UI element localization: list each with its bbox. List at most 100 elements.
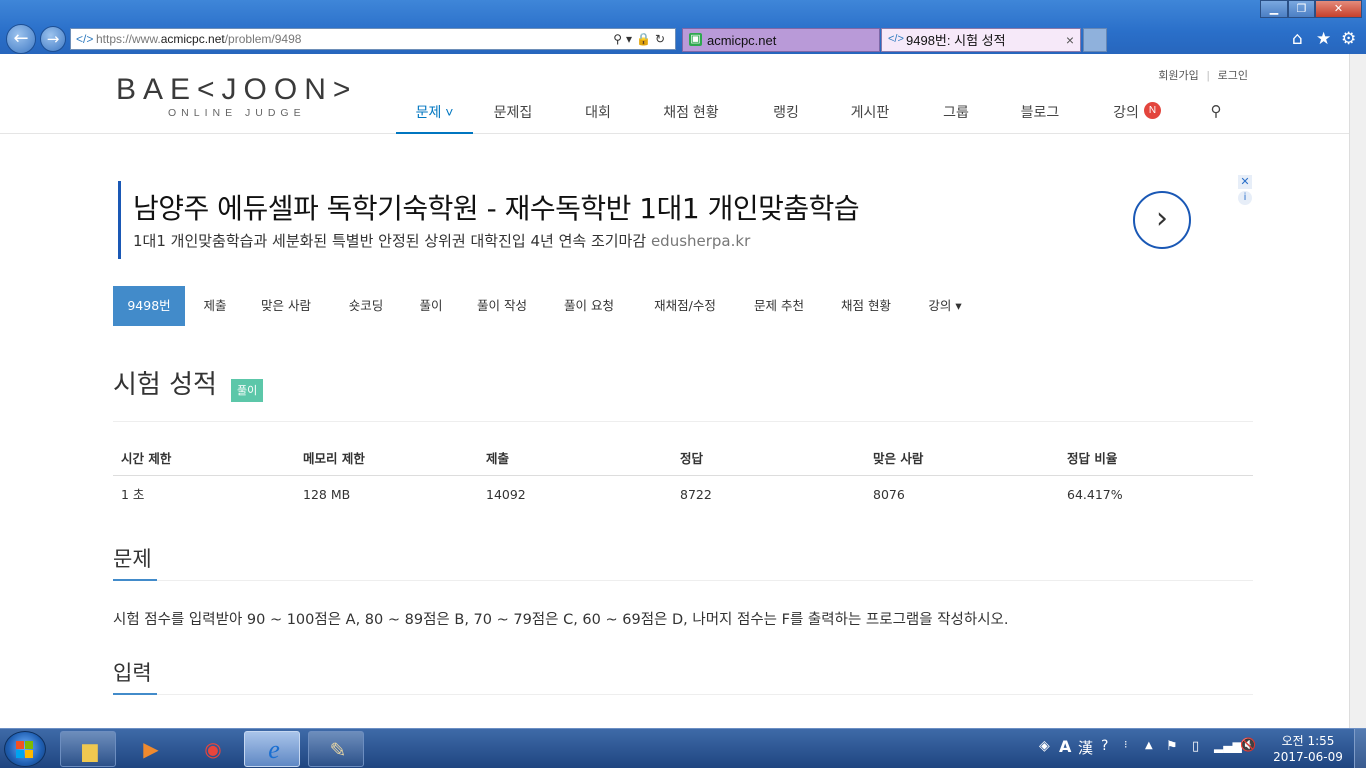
pmenu-short-coding[interactable]: 숏코딩 — [341, 286, 391, 326]
value-submissions: 14092 — [486, 487, 526, 502]
nav-status[interactable]: 채점 현황 — [654, 94, 728, 134]
close-window-button[interactable]: ✕ — [1315, 0, 1362, 18]
taskbar-explorer[interactable]: ▆ — [60, 731, 116, 767]
site-favicon-icon: </> — [76, 32, 94, 46]
address-tools-icons[interactable]: ⚲▾🔒↻ — [613, 29, 669, 49]
favorites-star-icon[interactable]: ★ — [1316, 29, 1331, 49]
ad-arrow-icon[interactable]: › — [1133, 191, 1191, 249]
ad-title[interactable]: 남양주 에듀셀파 독학기숙학원 - 재수독학반 1대1 개인맞춤학습 — [133, 189, 860, 229]
nav-workbook[interactable]: 문제집 — [482, 94, 544, 134]
page-title: 시험 성적 — [113, 370, 217, 400]
clock-date: 2017-06-09 — [1273, 750, 1343, 764]
value-time-limit: 1 초 — [121, 487, 145, 502]
back-button[interactable]: ← — [6, 24, 36, 54]
header-submissions: 제출 — [486, 451, 510, 466]
pmenu-request-solution[interactable]: 풀이 요청 — [556, 286, 622, 326]
settings-gear-icon[interactable]: ⚙ — [1341, 29, 1356, 49]
site-logo[interactable]: BAE<JOON> ONLINE JUDGE — [116, 74, 357, 120]
nav-problems[interactable]: 문제 ˅ — [396, 94, 473, 134]
tab-label: acmicpc.net — [707, 33, 777, 48]
url-prefix: https://www. — [96, 32, 161, 46]
taskbar-media-player[interactable]: ▶ — [122, 731, 178, 767]
solution-tag[interactable]: 풀이 — [231, 379, 264, 402]
problem-description: 시험 점수를 입력받아 90 ~ 100점은 A, 80 ~ 89점은 B, 7… — [113, 612, 1009, 628]
browser-chrome: ▁ ❐ ✕ ← → </> https://www.acmicpc.net/pr… — [0, 0, 1366, 54]
header-accepted: 정답 — [680, 451, 704, 466]
value-memory-limit: 128 MB — [303, 487, 351, 502]
address-url[interactable]: https://www.acmicpc.net/problem/9498 — [96, 29, 301, 49]
windows-logo-icon — [16, 741, 34, 759]
language-bar-icon[interactable]: ◈ — [1039, 738, 1050, 768]
start-button[interactable] — [4, 731, 46, 767]
ime-options-icon[interactable]: ⁝ — [1124, 738, 1128, 768]
ime-mode-hanja[interactable]: 漢 — [1078, 737, 1093, 768]
minimize-button[interactable]: ▁ — [1260, 0, 1288, 18]
nav-ranking[interactable]: 랭킹 — [760, 94, 812, 134]
volume-muted-icon[interactable]: 🔇 — [1240, 738, 1256, 768]
url-path: /problem/9498 — [224, 32, 302, 46]
ad-banner[interactable]: 남양주 에듀셀파 독학기숙학원 - 재수독학반 1대1 개인맞춤학습 1대1 개… — [118, 181, 1254, 259]
section-input-heading: 입력 — [113, 661, 152, 685]
pmenu-solved-users[interactable]: 맞은 사람 — [253, 286, 319, 326]
section-underline — [113, 579, 157, 581]
tab-acmicpc[interactable]: ▣ acmicpc.net — [682, 28, 880, 52]
network-icon[interactable]: ▂▄▆ — [1214, 739, 1242, 768]
folder-icon: ▆ — [82, 738, 98, 762]
pmenu-recommend[interactable]: 문제 추천 — [746, 286, 812, 326]
pmenu-lecture[interactable]: 강의 ▾ — [919, 286, 971, 326]
ad-info-icon[interactable]: i — [1238, 191, 1252, 205]
tab-favicon-icon: ▣ — [689, 33, 702, 46]
pmenu-rejudge[interactable]: 재채점/수정 — [643, 286, 727, 326]
taskbar-internet-explorer[interactable]: e — [244, 731, 300, 767]
tab-close-icon[interactable]: × — [1066, 29, 1074, 52]
media-player-icon: ▶ — [143, 737, 159, 761]
help-icon[interactable]: ? — [1101, 738, 1108, 768]
pmenu-problem[interactable]: 9498번 — [113, 286, 185, 326]
nav-board[interactable]: 게시판 — [844, 94, 896, 134]
ad-description: 1대1 개인맞춤학습과 세분화된 특별반 안정된 상위권 대학진입 4년 연속 … — [133, 230, 750, 252]
address-bar[interactable]: </> https://www.acmicpc.net/problem/9498… — [70, 28, 676, 50]
pmenu-solutions[interactable]: 풀이 — [411, 286, 451, 326]
pmenu-write-solution[interactable]: 풀이 작성 — [469, 286, 535, 326]
pmenu-status[interactable]: 채점 현황 — [833, 286, 899, 326]
action-center-icon[interactable]: ⚑ — [1166, 739, 1178, 768]
show-hidden-icons-icon[interactable]: ▲ — [1145, 740, 1153, 768]
header-memory-limit: 메모리 제한 — [303, 451, 365, 466]
header-solved-users: 맞은 사람 — [873, 451, 924, 466]
nav-lecture[interactable]: 강의 — [1106, 94, 1146, 134]
signup-link[interactable]: 회원가입 — [1158, 70, 1198, 82]
taskbar: ▆ ▶ ◉ e ✎ ◈ A 漢 ? ⁝ ▲ ⚑ ▯ ▂▄▆ 🔇 오전 1:55 … — [0, 728, 1366, 768]
ime-mode-a[interactable]: A — [1059, 737, 1071, 768]
battery-icon[interactable]: ▯ — [1192, 739, 1199, 768]
new-badge: N — [1144, 102, 1161, 119]
home-icon[interactable]: ⌂ — [1292, 29, 1303, 49]
nav-blog[interactable]: 블로그 — [1014, 94, 1066, 134]
maximize-button[interactable]: ❐ — [1288, 0, 1315, 18]
taskbar-chrome[interactable]: ◉ — [184, 731, 240, 767]
header-time-limit: 시간 제한 — [121, 451, 172, 466]
clock[interactable]: 오전 1:55 2017-06-09 — [1268, 733, 1348, 765]
section-problem-heading: 문제 — [113, 547, 152, 571]
divider — [113, 694, 1253, 695]
top-links: 회원가입 | 로그인 — [1158, 67, 1248, 83]
header-ratio: 정답 비율 — [1067, 451, 1118, 466]
divider — [113, 580, 1253, 581]
ad-close-icon[interactable]: ✕ — [1238, 175, 1252, 189]
show-desktop-button[interactable] — [1354, 729, 1366, 768]
nav-group[interactable]: 그룹 — [930, 94, 982, 134]
nav-contest[interactable]: 대회 — [572, 94, 624, 134]
chrome-icon: ◉ — [204, 737, 222, 761]
tab-problem[interactable]: </> 9498번: 시험 성적 × — [881, 28, 1081, 52]
login-link[interactable]: 로그인 — [1218, 70, 1248, 82]
page-scrollbar[interactable] — [1349, 54, 1366, 728]
forward-button[interactable]: → — [40, 26, 66, 52]
tab-label: 9498번: 시험 성적 — [906, 33, 1006, 48]
new-tab-button[interactable] — [1083, 28, 1107, 52]
table-header: 시간 제한 메모리 제한 제출 정답 맞은 사람 정답 비율 — [113, 442, 1253, 476]
logo-text: BAE<JOON> — [116, 73, 358, 106]
taskbar-paint[interactable]: ✎ — [308, 731, 364, 767]
pmenu-submit[interactable]: 제출 — [193, 286, 237, 326]
back-arrow-icon: ← — [13, 28, 29, 49]
search-icon[interactable]: ⚲ — [1200, 94, 1232, 134]
value-solved-users: 8076 — [873, 487, 905, 502]
